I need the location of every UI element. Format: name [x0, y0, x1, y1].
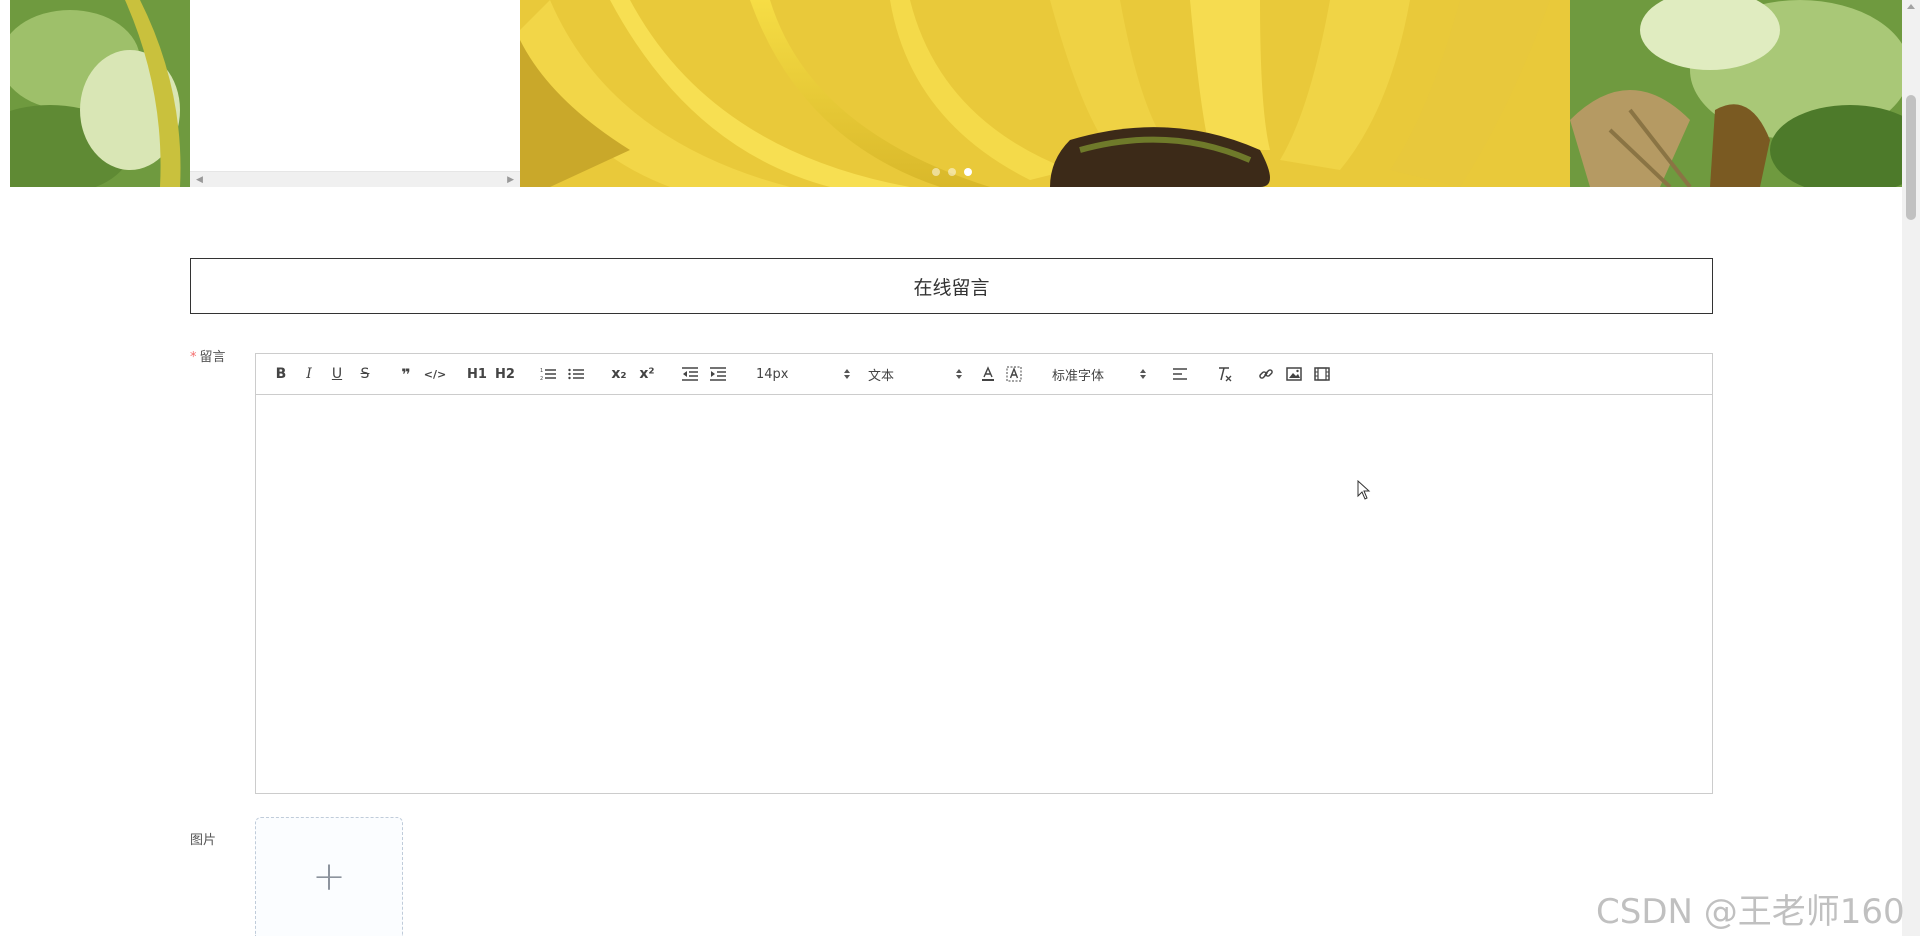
image-button[interactable]	[1284, 364, 1304, 384]
bullet-list-button[interactable]	[566, 364, 586, 384]
editor-toolbar: B I U S ❞ </> H1 H2 12 x₂ x² 14px 文本 标准字…	[256, 354, 1712, 395]
superscript-button[interactable]: x²	[636, 364, 658, 384]
align-left-icon	[1173, 368, 1187, 380]
carousel-indicators	[932, 168, 972, 176]
mouse-cursor-icon	[1357, 480, 1371, 500]
video-icon	[1314, 367, 1330, 381]
font-size-picker[interactable]: 14px	[756, 364, 850, 384]
h1-button[interactable]: H1	[466, 364, 488, 384]
image-label: 图片	[190, 833, 217, 848]
required-mark: *	[190, 350, 197, 365]
rich-text-editor: B I U S ❞ </> H1 H2 12 x₂ x² 14px 文本 标准字…	[255, 353, 1713, 794]
font-family-value: 标准字体	[1052, 368, 1105, 384]
underline-button[interactable]: U	[328, 364, 346, 384]
carousel-dot[interactable]	[932, 168, 940, 176]
clean-format-button[interactable]	[1214, 364, 1234, 384]
page-title: 在线留言	[190, 258, 1713, 314]
page-scrollbar[interactable]	[1902, 0, 1920, 936]
indent-icon	[710, 367, 726, 381]
font-family-picker[interactable]: 标准字体	[1052, 364, 1146, 384]
strike-button[interactable]: S	[356, 364, 374, 384]
h2-button[interactable]: H2	[494, 364, 516, 384]
outdent-icon	[682, 367, 698, 381]
side-panel: ◀ ▶	[190, 0, 520, 187]
watermark: CSDN @王老师160	[1596, 892, 1905, 932]
font-size-value: 14px	[756, 366, 789, 382]
picker-caret-icon	[956, 369, 962, 379]
blockquote-button[interactable]: ❞	[396, 364, 416, 384]
page-root: ◀ ▶ 在线留言 * 留言 B I U S ❞ </> H1 H2 1 2 x₂…	[0, 0, 1920, 936]
editor-content[interactable]	[256, 395, 1712, 793]
subscript-button[interactable]: x₂	[608, 364, 630, 384]
outdent-button[interactable]	[680, 364, 700, 384]
message-label: * 留言	[190, 346, 226, 365]
carousel-dot[interactable]	[948, 168, 956, 176]
ordered-list-icon: 12	[540, 368, 556, 381]
bullet-list-icon	[568, 368, 584, 380]
code-button[interactable]: </>	[424, 364, 446, 384]
banner-carousel[interactable]: ◀ ▶	[10, 0, 1902, 187]
italic-button[interactable]: I	[300, 364, 318, 384]
horizontal-scrollbar[interactable]: ◀ ▶	[190, 171, 520, 187]
picker-caret-icon	[844, 369, 850, 379]
link-icon	[1259, 369, 1273, 379]
video-button[interactable]	[1312, 364, 1332, 384]
scroll-up-icon[interactable]	[1907, 4, 1915, 9]
message-label-text: 留言	[199, 350, 226, 365]
align-button[interactable]	[1171, 364, 1191, 384]
image-upload-box[interactable]: +	[255, 817, 403, 936]
plus-icon: +	[312, 854, 346, 900]
bold-button[interactable]: B	[272, 364, 290, 384]
link-button[interactable]	[1256, 364, 1276, 384]
picker-caret-icon	[1140, 369, 1146, 379]
header-value: 文本	[868, 368, 895, 384]
header-picker[interactable]: 文本	[868, 364, 962, 384]
background-color-icon	[1006, 366, 1022, 382]
svg-text:2: 2	[540, 376, 543, 381]
carousel-dot-active[interactable]	[964, 168, 972, 176]
scroll-right-icon[interactable]: ▶	[507, 175, 514, 185]
scrollbar-thumb[interactable]	[1906, 95, 1916, 220]
text-color-icon	[982, 366, 994, 381]
background-color-button[interactable]	[1004, 364, 1024, 384]
clear-format-icon	[1219, 367, 1232, 382]
image-icon	[1286, 367, 1302, 381]
indent-button[interactable]	[708, 364, 728, 384]
text-color-button[interactable]	[978, 364, 998, 384]
svg-text:1: 1	[540, 368, 543, 374]
ordered-list-button[interactable]: 12	[538, 364, 558, 384]
scroll-left-icon[interactable]: ◀	[196, 175, 203, 185]
